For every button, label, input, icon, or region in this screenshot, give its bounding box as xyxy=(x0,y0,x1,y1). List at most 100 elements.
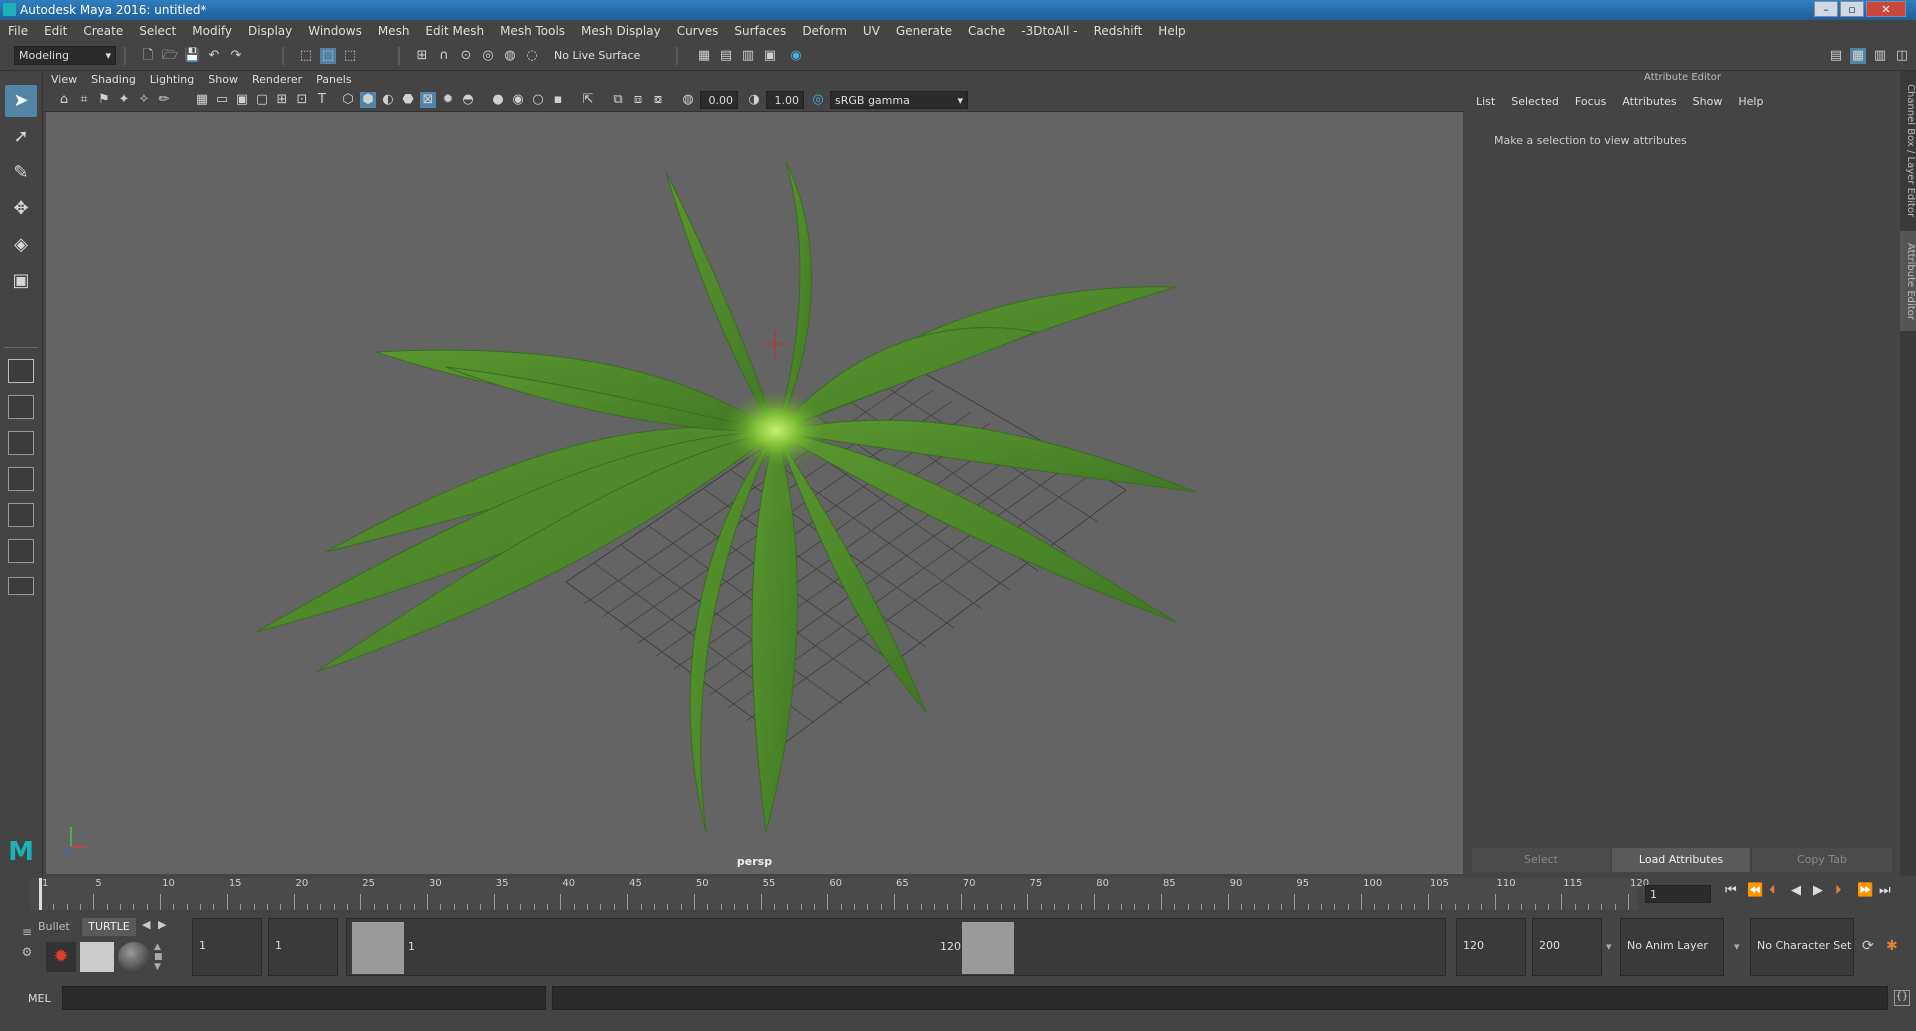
panel-menu-renderer[interactable]: Renderer xyxy=(245,71,309,89)
textured-icon[interactable]: ⊠ xyxy=(420,92,436,108)
attribute-editor-toggle-icon[interactable]: ▦ xyxy=(1850,48,1866,64)
undo-icon[interactable]: ↶ xyxy=(206,48,222,64)
load-attributes-button[interactable]: Load Attributes xyxy=(1612,848,1750,872)
menu-curves[interactable]: Curves xyxy=(669,20,727,42)
minimize-button[interactable]: – xyxy=(1814,1,1838,17)
attribute-editor-tab[interactable]: Attribute Editor xyxy=(1900,231,1916,331)
modeling-toolkit-icon[interactable]: ▤ xyxy=(1828,48,1844,64)
current-frame-field[interactable]: 1 xyxy=(1645,885,1711,903)
command-input[interactable] xyxy=(62,986,546,1010)
scale-tool-icon[interactable]: ▣ xyxy=(5,265,37,297)
anim-end-field[interactable]: 200 xyxy=(1532,918,1602,976)
play-backward-icon[interactable]: ◀ xyxy=(1791,883,1801,898)
image-plane-icon[interactable]: ✦ xyxy=(116,92,132,108)
turtle-sphere-icon[interactable] xyxy=(118,942,150,972)
film-gate-icon[interactable]: ▭ xyxy=(214,92,230,108)
time-slider[interactable]: 1 5 10 15 20 25 30 35 40 45 50 55 60 65 70 75 80 85 90 95 10… xyxy=(0,876,1916,912)
xray-joints-icon[interactable]: ⧈ xyxy=(630,92,646,108)
copy-tab-button[interactable]: Copy Tab xyxy=(1752,848,1892,872)
ae-select-button[interactable]: Select xyxy=(1472,848,1610,872)
render-frame-icon[interactable]: ▤ xyxy=(718,48,734,64)
shelf-arrows-icon[interactable]: ▲ ■ ▼ xyxy=(154,942,164,972)
shelf-tab-turtle[interactable]: TURTLE xyxy=(82,918,136,936)
xray-components-icon[interactable]: ⧇ xyxy=(650,92,666,108)
turtle-baking-icon[interactable] xyxy=(80,942,114,972)
snap-surface-icon[interactable]: ◍ xyxy=(502,48,518,64)
character-set-dropdown[interactable]: No Character Set xyxy=(1750,918,1854,976)
bookmark-icon[interactable]: ⚑ xyxy=(96,92,112,108)
menuset-dropdown[interactable]: Modeling ▾ xyxy=(14,46,116,65)
ipr-render-icon[interactable]: ▥ xyxy=(740,48,756,64)
safe-title-icon[interactable]: T xyxy=(314,92,330,108)
ae-menu-list[interactable]: List xyxy=(1476,95,1495,108)
isolate-select-icon[interactable]: ⇱ xyxy=(580,92,596,108)
tool-settings-icon[interactable]: ▥ xyxy=(1872,48,1888,64)
channel-box-tab[interactable]: Channel Box / Layer Editor xyxy=(1900,81,1916,221)
range-start-handle[interactable] xyxy=(352,922,404,974)
menu-mesh[interactable]: Mesh xyxy=(370,20,418,42)
save-scene-icon[interactable]: 💾 xyxy=(184,48,200,64)
chevron-down-icon[interactable]: ▾ xyxy=(1606,940,1612,953)
playback-start-field[interactable]: 1 xyxy=(268,918,338,976)
select-tool-icon[interactable]: ➤ xyxy=(5,85,37,117)
grease-pencil-icon[interactable]: ✏ xyxy=(156,92,172,108)
panel-menu-lighting[interactable]: Lighting xyxy=(143,71,201,89)
select-object-icon[interactable]: ⬚ xyxy=(320,48,336,64)
menu-create[interactable]: Create xyxy=(75,20,131,42)
open-scene-icon[interactable]: 🗁 xyxy=(162,48,178,64)
snap-view-icon[interactable]: ◎ xyxy=(480,48,496,64)
shelf-tab-bullet[interactable]: Bullet xyxy=(38,918,82,936)
auto-key-icon[interactable]: ⟳ xyxy=(1862,938,1874,954)
smooth-shade-icon[interactable]: ⬢ xyxy=(360,92,376,108)
menu-mesh-tools[interactable]: Mesh Tools xyxy=(492,20,573,42)
motion-blur-icon[interactable]: ◉ xyxy=(510,92,526,108)
close-button[interactable]: ✕ xyxy=(1866,1,1906,17)
select-component-icon[interactable]: ⬚ xyxy=(342,48,358,64)
layout-menu-icon[interactable] xyxy=(8,577,34,595)
menu-redshift[interactable]: Redshift xyxy=(1086,20,1151,42)
layout-two-vertical-icon[interactable] xyxy=(8,431,34,455)
ae-menu-attributes[interactable]: Attributes xyxy=(1622,95,1676,108)
move-tool-icon[interactable]: ✥ xyxy=(5,193,37,225)
panel-menu-panels[interactable]: Panels xyxy=(309,71,358,89)
gamma-field[interactable]: 1.00 xyxy=(766,91,804,109)
layout-two-horizontal-icon[interactable] xyxy=(8,467,34,491)
new-scene-icon[interactable]: 🗋 xyxy=(140,48,156,64)
playback-end-field[interactable]: 120 xyxy=(1456,918,1526,976)
ae-menu-help[interactable]: Help xyxy=(1738,95,1763,108)
menu-help[interactable]: Help xyxy=(1150,20,1193,42)
panel-menu-view[interactable]: View xyxy=(44,71,84,89)
layout-outliner-icon[interactable] xyxy=(8,503,34,527)
menu-cache[interactable]: Cache xyxy=(960,20,1013,42)
menu-modify[interactable]: Modify xyxy=(184,20,240,42)
exposure-field[interactable]: 0.00 xyxy=(700,91,738,109)
wireframe-icon[interactable]: ⬡ xyxy=(340,92,356,108)
wireframe-on-shaded-icon[interactable]: ⬣ xyxy=(400,92,416,108)
channel-box-toggle-icon[interactable]: ◫ xyxy=(1894,48,1910,64)
step-forward-frame-icon[interactable]: ⏵ xyxy=(1835,883,1842,898)
gamma-icon[interactable]: ◑ xyxy=(746,92,762,108)
snap-point-icon[interactable]: ⊙ xyxy=(458,48,474,64)
anim-preferences-icon[interactable]: ✱ xyxy=(1886,938,1898,954)
paint-select-tool-icon[interactable]: ✎ xyxy=(5,157,37,189)
menu-generate[interactable]: Generate xyxy=(888,20,960,42)
anim-layer-dropdown[interactable]: No Anim Layer xyxy=(1620,918,1724,976)
default-material-icon[interactable]: ◐ xyxy=(380,92,396,108)
ae-menu-show[interactable]: Show xyxy=(1693,95,1723,108)
camera-icon[interactable]: ⌂ xyxy=(56,92,72,108)
go-to-end-icon[interactable]: ⏭ xyxy=(1879,883,1891,898)
color-space-dropdown[interactable]: sRGB gamma ▾ xyxy=(830,91,968,109)
mel-label[interactable]: MEL xyxy=(28,992,51,1005)
viewport-persp[interactable]: persp xyxy=(46,112,1463,874)
ae-menu-selected[interactable]: Selected xyxy=(1511,95,1559,108)
snap-grid-icon[interactable]: ⊞ xyxy=(414,48,430,64)
2d-pan-zoom-icon[interactable]: ✧ xyxy=(136,92,152,108)
layout-graph-icon[interactable] xyxy=(8,539,34,563)
menu-deform[interactable]: Deform xyxy=(794,20,855,42)
resolution-gate-icon[interactable]: ▣ xyxy=(234,92,250,108)
menu-surfaces[interactable]: Surfaces xyxy=(726,20,794,42)
render-settings-icon[interactable]: ▦ xyxy=(696,48,712,64)
script-editor-icon[interactable]: {} xyxy=(1894,990,1910,1006)
multisample-aa-icon[interactable]: ○ xyxy=(530,92,546,108)
gate-mask-icon[interactable]: ▢ xyxy=(254,92,270,108)
